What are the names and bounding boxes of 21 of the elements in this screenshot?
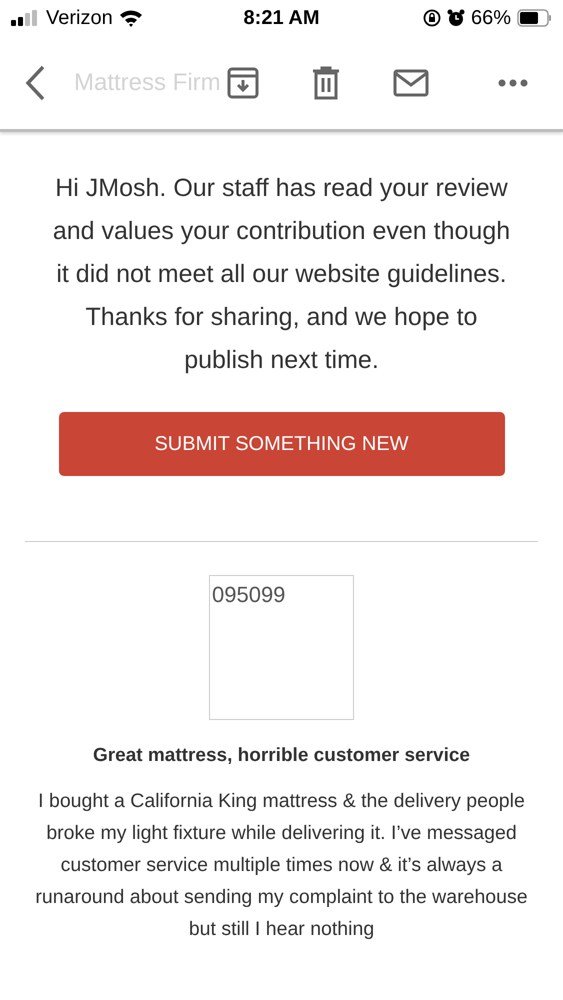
status-time: 8:21 AM [244,6,320,31]
carrier-name: Verizon [46,6,113,31]
delete-button[interactable] [310,66,342,100]
archive-icon [227,66,259,98]
trash-icon [312,66,340,100]
signal-icon [10,10,40,26]
battery-percent: 66% [470,6,512,31]
archive-button[interactable] [226,66,260,100]
battery-icon [517,9,554,27]
image-alt-text: 095099 [212,582,286,607]
review-title: Great mattress, horrible customer service [92,744,470,768]
review-text: I bought a California King mattress & the delivery people broke my light fixture while delivering it. I’ve messaged customer service multiple times now & it’s always a runaround about sending my complaint to the warehouse but still I hear nothing [34,788,529,942]
wifi-icon [118,9,143,27]
mail-button[interactable] [392,68,430,98]
back-icon [24,64,46,100]
message-text: Hi JMosh. Our staff has read your review and values your contribution even though it did not meet all our website guidelines. Thanks for sharing, and we hope to publish next time. [52,173,512,376]
alarm-icon [446,9,465,27]
mail-icon [393,68,429,96]
rotation-lock-icon [422,9,441,27]
more-icon [498,78,528,86]
submit-button[interactable]: SUBMIT SOMETHING NEW [58,412,504,476]
